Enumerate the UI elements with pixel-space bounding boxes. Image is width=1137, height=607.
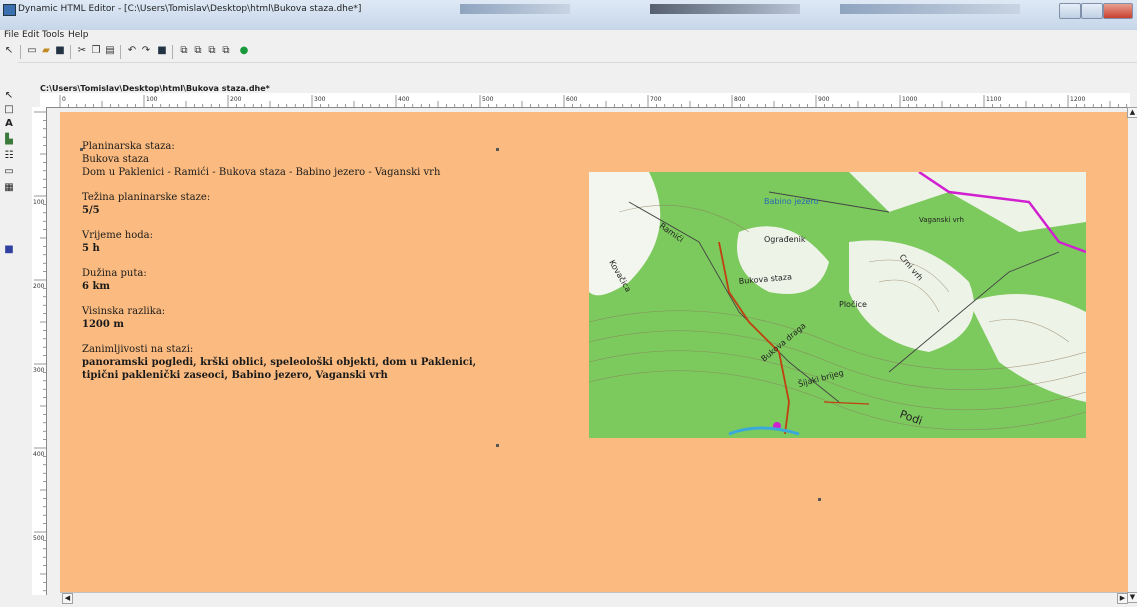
time-value: 5 h bbox=[82, 243, 100, 254]
color-picker-icon[interactable]: ■ bbox=[3, 244, 15, 256]
time-label: Vrijeme hoda: bbox=[82, 230, 153, 241]
map-label: Vaganski vrh bbox=[919, 216, 964, 224]
ruler-label: 900 bbox=[818, 96, 830, 103]
maximize-button[interactable] bbox=[1081, 3, 1103, 19]
save-all-icon[interactable]: ■ bbox=[156, 45, 168, 57]
anchor-marker bbox=[496, 444, 499, 447]
taskbar-thumbnail bbox=[460, 4, 570, 14]
align-left-icon[interactable]: ⧉ bbox=[178, 45, 190, 57]
image-tool-icon[interactable]: ▙ bbox=[3, 134, 15, 146]
new-file-icon[interactable]: ▭ bbox=[26, 45, 38, 57]
ruler-label: 0 bbox=[62, 96, 66, 103]
ruler-label: 400 bbox=[33, 451, 45, 458]
vertical-ruler: 100 200 300 400 500 bbox=[32, 107, 47, 595]
ruler-label: 1000 bbox=[902, 96, 917, 103]
scroll-up-icon[interactable]: ▲ bbox=[1127, 107, 1137, 118]
paste-icon[interactable]: ▤ bbox=[104, 45, 116, 57]
ruler-label: 300 bbox=[33, 367, 45, 374]
align-right-icon[interactable]: ⧉ bbox=[206, 45, 218, 57]
design-canvas[interactable]: Planinarska staza: Bukova staza Dom u Pa… bbox=[60, 112, 1130, 592]
sights-label: Zanimljivosti na stazi: bbox=[82, 344, 194, 355]
scroll-left-icon[interactable]: ◀ bbox=[62, 593, 73, 604]
menu-help[interactable]: Help bbox=[68, 30, 89, 40]
ruler-label: 500 bbox=[33, 535, 45, 542]
difficulty-value: 5/5 bbox=[82, 205, 100, 216]
close-button[interactable] bbox=[1103, 3, 1133, 19]
ruler-label: 800 bbox=[734, 96, 746, 103]
ruler-label: 700 bbox=[650, 96, 662, 103]
ruler-label: 300 bbox=[314, 96, 326, 103]
ruler-label: 600 bbox=[566, 96, 578, 103]
toolbar-separator bbox=[70, 45, 71, 59]
align-top-icon[interactable]: ⧉ bbox=[220, 45, 232, 57]
pointer-icon[interactable]: ↖ bbox=[3, 45, 15, 57]
ruler-label: 200 bbox=[33, 283, 45, 290]
trail-route: Dom u Paklenici - Ramići - Bukova staza … bbox=[82, 167, 441, 178]
toolbar: ↖ ▭ ▰ ■ ✂ ❐ ▤ ↶ ↷ ■ ⧉ ⧉ ⧉ ⧉ ● bbox=[0, 42, 1137, 63]
elevation-value: 1200 m bbox=[82, 319, 124, 330]
map-label: Babino jezero bbox=[764, 197, 819, 206]
ruler-label: 100 bbox=[146, 96, 158, 103]
sights-value: panoramski pogledi, krški oblici, speleo… bbox=[82, 357, 477, 381]
menu-tools[interactable]: Tools bbox=[42, 30, 64, 40]
elevation-label: Visinska razlika: bbox=[82, 306, 166, 317]
length-value: 6 km bbox=[82, 281, 110, 292]
scroll-down-icon[interactable]: ▼ bbox=[1127, 592, 1137, 603]
ruler-label: 500 bbox=[482, 96, 494, 103]
table-tool-icon[interactable]: ▦ bbox=[3, 182, 15, 194]
app-icon bbox=[3, 4, 16, 16]
undo-icon[interactable]: ↶ bbox=[126, 45, 138, 57]
window-controls bbox=[1059, 3, 1133, 19]
cut-icon[interactable]: ✂ bbox=[76, 45, 88, 57]
text-tool-icon[interactable]: A bbox=[3, 118, 15, 130]
form-tool-icon[interactable]: ☷ bbox=[3, 150, 15, 162]
trail-info-text[interactable]: Planinarska staza: Bukova staza Dom u Pa… bbox=[82, 140, 502, 382]
toolbar-separator bbox=[120, 45, 121, 59]
map-label: Ograđenik bbox=[764, 235, 806, 244]
menu-bar: File Edit Tools Help bbox=[0, 30, 1137, 42]
ruler-label: 1100 bbox=[986, 96, 1001, 103]
taskbar-thumbnail bbox=[650, 4, 800, 14]
window-title: Dynamic HTML Editor - [C:\Users\Tomislav… bbox=[18, 4, 362, 14]
rectangle-tool-icon[interactable]: □ bbox=[3, 104, 15, 116]
toolbar-separator bbox=[172, 45, 173, 59]
menu-edit[interactable]: Edit bbox=[22, 30, 39, 40]
difficulty-label: Težina planinarske staze: bbox=[82, 192, 211, 203]
document-tab[interactable]: C:\Users\Tomislav\Desktop\html\Bukova st… bbox=[40, 84, 270, 93]
select-tool-icon[interactable]: ↖ bbox=[3, 90, 15, 102]
save-icon[interactable]: ■ bbox=[54, 45, 66, 57]
toolbar-separator bbox=[20, 45, 21, 59]
minimize-button[interactable] bbox=[1059, 3, 1081, 19]
ruler-label: 400 bbox=[398, 96, 410, 103]
map-label: Pločice bbox=[839, 299, 867, 309]
ruler-label: 200 bbox=[230, 96, 242, 103]
open-folder-icon[interactable]: ▰ bbox=[40, 45, 52, 57]
vertical-scrollbar[interactable]: ▲ ▼ bbox=[1127, 107, 1137, 603]
copy-icon[interactable]: ❐ bbox=[90, 45, 102, 57]
menu-file[interactable]: File bbox=[4, 30, 19, 40]
length-label: Dužina puta: bbox=[82, 268, 147, 279]
title-bar: Dynamic HTML Editor - [C:\Users\Tomislav… bbox=[0, 0, 1137, 30]
horizontal-ruler: 0 100 200 300 400 500 600 700 800 900 1000 1100 1200 bbox=[40, 93, 1130, 108]
preview-icon[interactable]: ● bbox=[238, 45, 250, 57]
trail-label: Planinarska staza: bbox=[82, 141, 175, 152]
taskbar-thumbnail bbox=[840, 4, 1020, 14]
anchor-marker bbox=[818, 498, 821, 501]
button-tool-icon[interactable]: ▭ bbox=[3, 166, 15, 178]
redo-icon[interactable]: ↷ bbox=[140, 45, 152, 57]
tool-palette: ↖ □ A ▙ ☷ ▭ ▦ ■ bbox=[0, 62, 18, 607]
ruler-label: 1200 bbox=[1070, 96, 1085, 103]
align-center-icon[interactable]: ⧉ bbox=[192, 45, 204, 57]
trail-name: Bukova staza bbox=[82, 154, 150, 165]
horizontal-scrollbar[interactable]: ◀ ▶ bbox=[60, 592, 1130, 604]
ruler-label: 100 bbox=[33, 199, 45, 206]
trail-map-image[interactable]: Babino jezero Bukova staza Kovačica Rami… bbox=[589, 172, 1086, 438]
